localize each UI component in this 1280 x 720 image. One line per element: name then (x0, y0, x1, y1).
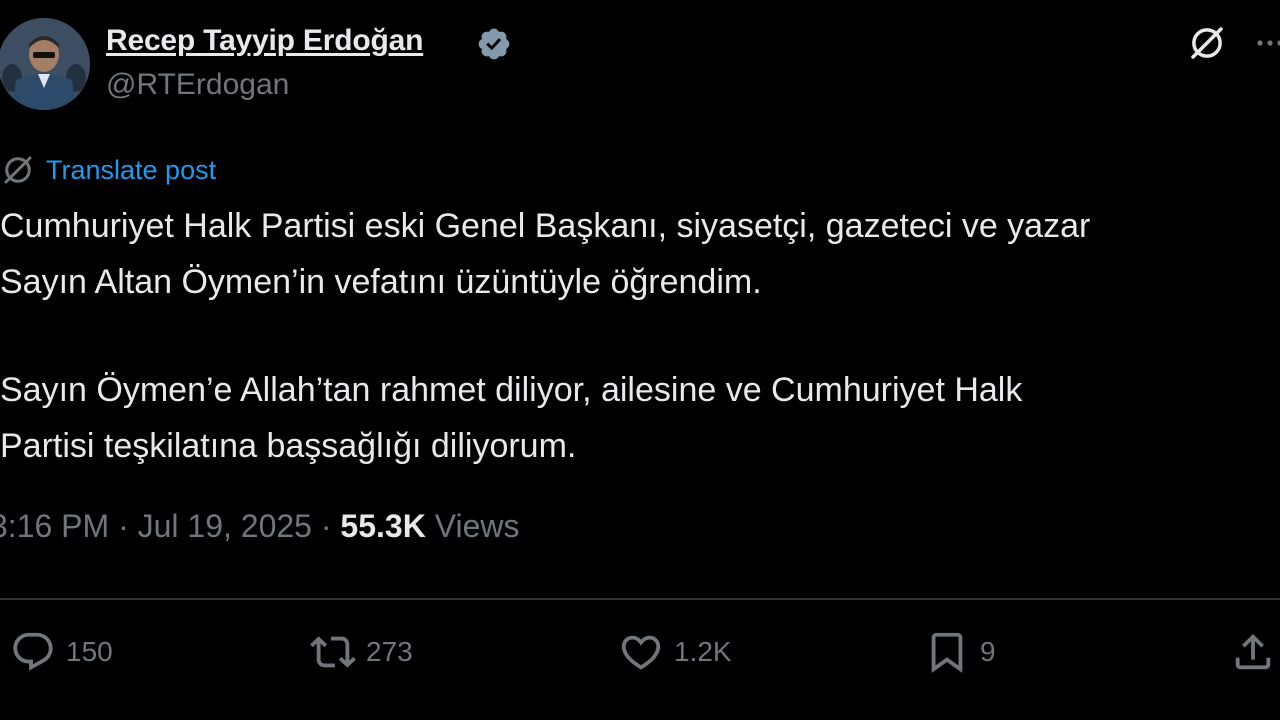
like-count: 1.2K (674, 636, 732, 667)
tweet-time[interactable]: 3:16 PM (0, 508, 109, 544)
profile-photo (0, 18, 90, 110)
reply-icon (13, 632, 53, 671)
translate-post-link[interactable]: Translate post (0, 150, 216, 190)
views-label: Views (425, 508, 520, 544)
tweet-text: Cumhuriyet Halk Partisi eski Genel Başka… (0, 198, 1280, 474)
reply-count: 150 (66, 636, 113, 667)
share-button[interactable] (1230, 626, 1280, 678)
share-icon (1235, 633, 1271, 670)
tweet-line: Cumhuriyet Halk Partisi eski Genel Başka… (0, 207, 1091, 245)
translate-post-label[interactable]: Translate post (46, 155, 216, 186)
tweet-date[interactable]: Jul 19, 2025 (138, 508, 312, 544)
views-count[interactable]: 55.3K (340, 508, 425, 544)
repost-button[interactable]: 273 (310, 626, 413, 678)
author-display-name[interactable]: Recep Tayyip Erdoğan (106, 24, 423, 58)
bookmark-button[interactable]: 9 (924, 626, 996, 678)
bookmark-count: 9 (980, 636, 996, 667)
like-button[interactable]: 1.2K (618, 626, 732, 678)
grok-icon[interactable] (1186, 22, 1228, 64)
divider (0, 598, 1280, 600)
tweet-line: Partisi teşkilatına başsağlığı diliyorum… (0, 427, 577, 465)
repost-count: 273 (366, 636, 413, 667)
tweet-line: Sayın Altan Öymen’in vefatını üzüntüyle … (0, 263, 762, 301)
reply-button[interactable]: 150 (10, 626, 113, 678)
heart-icon (621, 635, 661, 670)
repost-icon (310, 636, 356, 668)
verified-badge-icon[interactable] (476, 26, 512, 62)
avatar[interactable] (0, 18, 90, 110)
tweet-meta: 3:16 PM · Jul 19, 2025 · 55.3K Views (0, 508, 519, 545)
more-icon[interactable] (1250, 28, 1280, 58)
tweet-line: Sayın Öymen’e Allah’tan rahmet diliyor, … (0, 371, 1023, 409)
meta-separator: · (109, 508, 138, 544)
meta-separator: · (311, 508, 341, 544)
author-handle[interactable]: @RTErdogan (106, 68, 289, 102)
translate-icon (4, 156, 32, 184)
bookmark-icon (931, 632, 963, 673)
